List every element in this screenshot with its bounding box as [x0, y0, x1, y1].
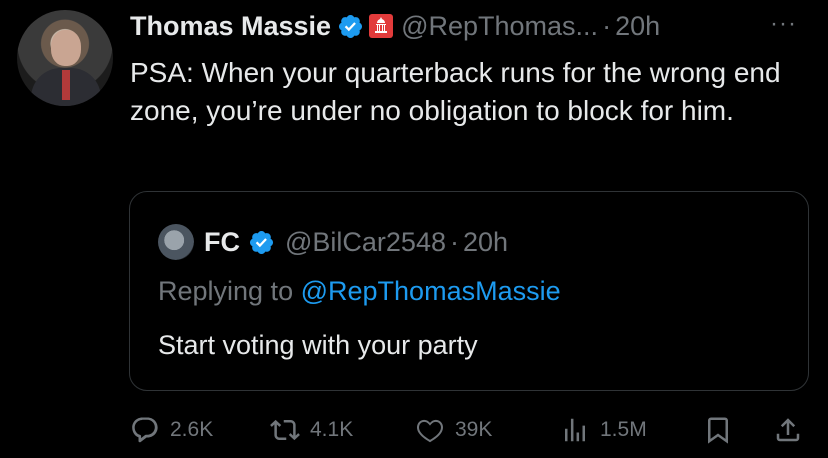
repost-count: 4.1K — [310, 418, 354, 441]
views-chart-icon — [565, 418, 585, 442]
replying-prefix: Replying to — [158, 276, 294, 306]
repost-button[interactable]: 4.1K — [270, 410, 353, 450]
bookmark-button[interactable] — [703, 410, 733, 450]
like-count: 39K — [455, 418, 493, 441]
avatar-face — [51, 30, 81, 66]
reply-count: 2.6K — [170, 418, 214, 441]
capitol-badge-icon — [369, 14, 394, 38]
tweet-text: PSA: When your quarterback runs for the … — [130, 57, 781, 126]
quoted-author-name[interactable]: FC — [204, 227, 240, 258]
replying-to: Replying to @RepThomasMassie — [158, 276, 561, 307]
share-button[interactable] — [773, 410, 803, 450]
author-handle[interactable]: @RepThomas... — [401, 11, 598, 42]
views-button[interactable]: 1.5M — [560, 410, 647, 450]
share-icon — [776, 418, 800, 442]
author-avatar[interactable] — [17, 10, 113, 106]
heart-icon — [416, 419, 444, 443]
bookmark-icon — [708, 417, 728, 444]
views-count: 1.5M — [600, 418, 647, 441]
like-button[interactable]: 39K — [415, 410, 492, 450]
tweet-actions: 2.6K 4.1K 39K 1.5M — [130, 410, 820, 450]
more-options-icon[interactable]: ··· — [770, 10, 797, 38]
separator-dot: · — [602, 10, 612, 41]
quoted-header: FC @BilCar2548 · 20h — [204, 222, 508, 262]
quoted-time[interactable]: 20h — [463, 227, 508, 258]
quoted-text: Start voting with your party — [158, 330, 478, 360]
avatar-tie — [62, 70, 70, 100]
reply-button[interactable]: 2.6K — [130, 410, 213, 450]
repost-icon — [270, 419, 300, 441]
quoted-tweet[interactable]: FC @BilCar2548 · 20h Replying to @RepTho… — [129, 191, 809, 391]
quoted-author-handle[interactable]: @BilCar2548 — [285, 227, 446, 258]
reply-icon — [132, 417, 158, 443]
verified-badge-icon — [249, 230, 274, 254]
quoted-separator-dot: · — [450, 226, 459, 257]
author-name[interactable]: Thomas Massie — [130, 11, 331, 42]
tweet-header: Thomas Massie @RepThomas... · 20h — [130, 8, 660, 44]
quoted-author-avatar[interactable] — [158, 224, 194, 260]
tweet-time[interactable]: 20h — [615, 11, 660, 42]
replying-handle-link[interactable]: @RepThomasMassie — [301, 276, 561, 306]
verified-badge-icon — [339, 14, 363, 38]
